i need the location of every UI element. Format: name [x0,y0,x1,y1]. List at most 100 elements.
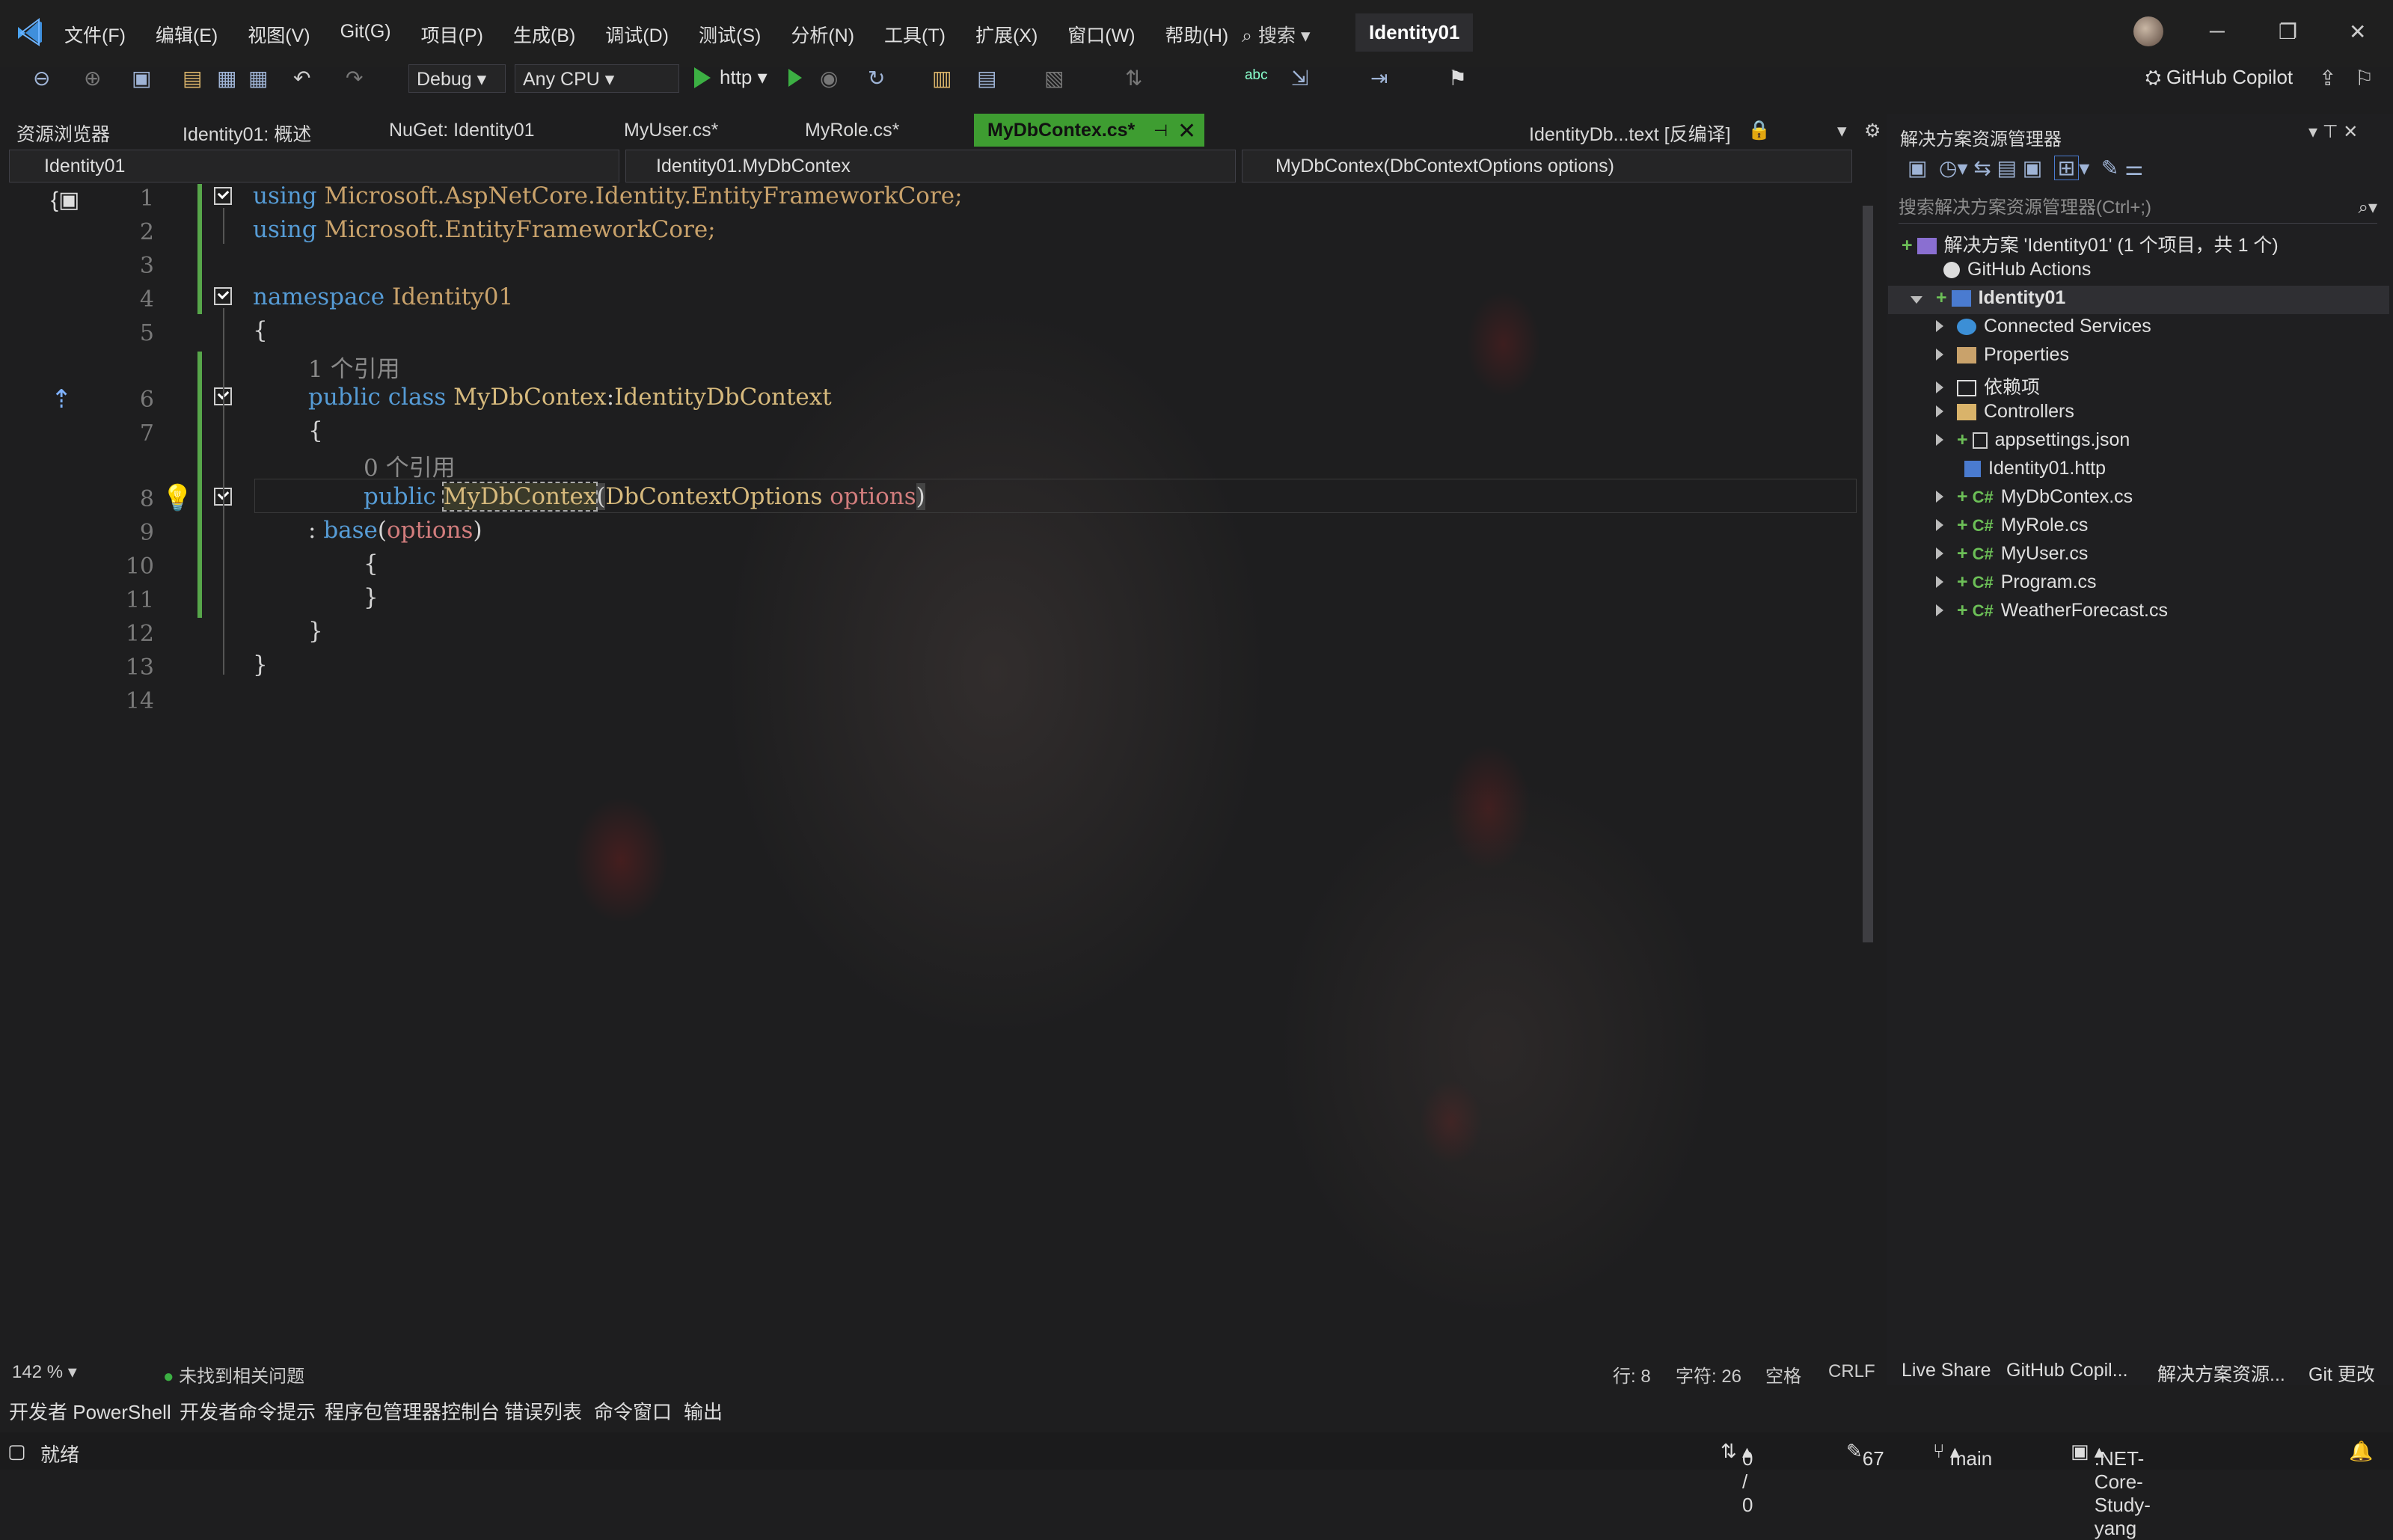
tab-output[interactable]: 输出 [684,1397,723,1425]
branch-indicator[interactable]: ⑂ main ▴ [1933,1440,1992,1470]
run-target-select[interactable]: http ▾ [720,66,767,89]
indent-icon[interactable]: ⇥ [1370,66,1388,91]
platform-select[interactable]: Any CPU ▾ [515,64,679,93]
menu-window[interactable]: 窗口(W) [1067,21,1150,48]
class-nav-select[interactable]: Identity01.MyDbContex [625,150,1236,182]
back-icon[interactable]: ⊖ [33,66,50,91]
edits-indicator[interactable]: ✎ 67 [1846,1440,1884,1470]
go-to-base-icon[interactable]: ⇡ [51,384,73,414]
menu-build[interactable]: 生成(B) [513,21,590,48]
open-folder-icon[interactable]: ▤ [183,66,202,91]
menu-git[interactable]: Git(G) [340,21,406,48]
tab-developer-powershell[interactable]: 开发者 PowerShell [9,1397,171,1425]
tab-nuget[interactable]: NuGet: Identity01 [389,120,535,141]
start-debug-icon[interactable] [694,67,711,88]
save-all-icon[interactable]: ▦ [248,66,268,91]
tab-solution-explorer[interactable]: 解决方案资源... [2157,1360,2285,1387]
new-project-icon[interactable]: ▣ [132,66,151,91]
sync-indicator[interactable]: ⇅ 0 / 0 ▴ [1721,1440,1753,1516]
tree-item[interactable]: Connected Services [1936,316,2151,337]
undo-icon[interactable]: ↶ [293,66,310,91]
tab-developer-command-prompt[interactable]: 开发者命令提示 [180,1397,316,1425]
editor-scrollbar[interactable] [1861,187,1875,1346]
menu-project[interactable]: 项目(P) [421,21,498,48]
tab-command-window[interactable]: 命令窗口 [594,1397,672,1425]
tree-solution[interactable]: + 解决方案 'Identity01' (1 个项目，共 1 个) [1902,230,2279,257]
menu-file[interactable]: 文件(F) [64,21,141,48]
tree-item[interactable]: + C# MyDbContex.cs [1936,486,2133,508]
solution-folder-icon[interactable]: ▥ [932,66,952,91]
pin-icon[interactable]: ⊣ [1153,121,1168,141]
tab-myrole[interactable]: MyRole.cs* [805,120,899,141]
solution-search-input[interactable]: 搜索解决方案资源管理器(Ctrl+;) ⌕▾ [1899,193,2377,224]
menu-extensions[interactable]: 扩展(X) [975,21,1053,48]
tab-mydbcontex[interactable]: MyDbContex.cs* [974,114,1204,147]
tree-item[interactable]: + C# WeatherForecast.cs [1936,600,2168,622]
tree-item[interactable]: + C# Program.cs [1936,571,2097,593]
tree-project[interactable]: + Identity01 [1911,287,2065,309]
configuration-select[interactable]: Debug ▾ [408,64,506,93]
gear-icon[interactable]: ⚙ [1864,120,1881,142]
menu-debug[interactable]: 调试(D) [605,21,684,48]
forward-icon[interactable]: ⊕ [84,66,101,91]
share-icon[interactable]: ⇪ [2319,66,2336,91]
menu-view[interactable]: 视图(V) [248,21,325,48]
tab-github-copilot[interactable]: GitHub Copil... [2006,1360,2128,1381]
menu-tools[interactable]: 工具(T) [884,21,960,48]
restore-icon[interactable]: ❐ [2279,19,2297,44]
avatar[interactable] [2133,16,2163,46]
layout-icon[interactable]: ▤ [977,66,996,91]
tab-resource-explorer[interactable]: 资源浏览器 [16,120,110,147]
tree-item[interactable]: + appsettings.json [1936,429,2130,451]
menu-help[interactable]: 帮助(H) [1165,21,1244,48]
tab-identitydb-decompiled[interactable]: IdentityDb...text [反编译] [1529,120,1731,147]
spellcheck-icon[interactable]: ᵃᵇᶜ [1245,66,1268,90]
column-indicator[interactable]: 字符: 26 [1676,1361,1741,1387]
tree-item[interactable]: Properties [1936,344,2069,366]
start-without-debug-icon[interactable] [788,69,802,87]
minimize-icon[interactable]: ─ [2210,19,2225,43]
member-nav-select[interactable]: MyDbContex(DbContextOptions options) [1242,150,1852,182]
tree-item[interactable]: + C# MyRole.cs [1936,515,2088,536]
hot-reload-icon[interactable]: ◉ [820,66,838,91]
feedback-icon[interactable]: ⚐ [2355,66,2374,91]
close-tab-icon[interactable]: ✕ [1177,118,1196,144]
tree-item[interactable]: Controllers [1936,401,2074,423]
github-copilot-button[interactable]: ⛭ GitHub Copilot [2145,66,2293,90]
refresh-icon[interactable]: ↻ [868,66,885,91]
notification-bell-icon[interactable]: 🔔 [2349,1440,2373,1463]
search-box[interactable]: ⌕ 搜索 ▾ [1242,21,1311,48]
tree-item[interactable]: Identity01.http [1964,458,2106,479]
project-nav-select[interactable]: Identity01 [9,150,619,182]
lightbulb-icon[interactable]: 💡 [162,483,193,513]
codelens-ctor-references[interactable]: 0 个引用 [364,449,456,482]
tab-error-list[interactable]: 错误列表 [504,1397,582,1425]
menu-edit[interactable]: 编辑(E) [156,21,233,48]
fold-toggle[interactable] [214,287,232,305]
step-icon[interactable]: ⇲ [1291,66,1308,91]
fold-toggle[interactable] [214,187,232,205]
repo-indicator[interactable]: ▣ .NET-Core-Study-yang ▴ [2071,1440,2151,1539]
bookmark-icon[interactable]: ⚑ [1448,66,1467,91]
close-window-icon[interactable]: ✕ [2349,19,2366,44]
menu-test[interactable]: 测试(S) [699,21,776,48]
menu-analyze[interactable]: 分析(N) [791,21,869,48]
chevron-down-icon[interactable]: ▾ [1837,120,1847,142]
line-indicator[interactable]: 行: 8 [1613,1361,1651,1387]
issues-indicator[interactable]: ● 未找到相关问题 [163,1361,304,1387]
tab-package-manager-console[interactable]: 程序包管理器控制台 [325,1397,500,1425]
tree-github-actions[interactable]: GitHub Actions [1943,259,2091,280]
save-icon[interactable]: ▦ [217,66,236,91]
zoom-select[interactable]: 142 % ▾ [12,1361,77,1383]
tab-overview[interactable]: Identity01: 概述 [183,120,311,147]
tab-live-share[interactable]: Live Share [1902,1360,1991,1381]
tab-git-changes[interactable]: Git 更改 [2308,1360,2375,1387]
whitespace-indicator[interactable]: 空格 [1765,1361,1801,1387]
codelens-class-references[interactable]: 1 个引用 [308,350,400,384]
panel-options-icons[interactable]: ▾ ⊤ ✕ [2308,121,2358,143]
sort-icon[interactable]: ⇅ [1125,66,1142,91]
redo-icon[interactable]: ↷ [346,66,363,91]
solution-explorer-toolbar[interactable]: ▣ ◷▾ ⇆ ▤ ▣ ⊞ ▾ ✎ ⚌ [1908,156,2143,180]
tree-item[interactable]: + C# MyUser.cs [1936,543,2088,565]
tab-myuser[interactable]: MyUser.cs* [624,120,718,141]
